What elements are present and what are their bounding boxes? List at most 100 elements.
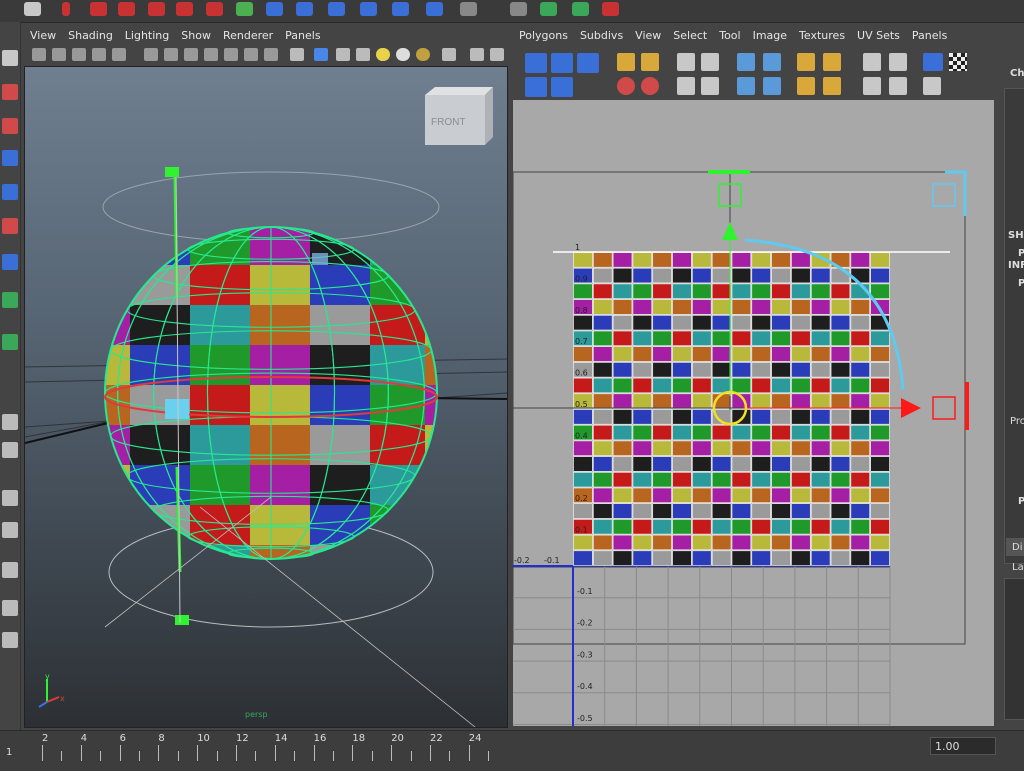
film-gate-icon[interactable] [112,48,126,61]
uv-tool-icon[interactable] [551,77,573,97]
smooth-shade-icon[interactable] [184,48,198,61]
shelf-tool-icon[interactable] [24,2,41,16]
xray-icon[interactable] [314,48,328,61]
uv-tool-icon[interactable] [923,53,943,71]
uv-menu-image[interactable]: Image [753,29,787,42]
layout-graph-icon[interactable] [2,522,18,538]
manipulator-icon[interactable] [2,254,18,270]
xray-joints-icon[interactable] [356,48,370,61]
grid-icon[interactable] [144,48,158,61]
uv-tool-icon[interactable] [889,77,907,95]
uv-menu-polygons[interactable]: Polygons [519,29,568,42]
layout-stack-icon[interactable] [2,490,18,506]
uv-menu-view[interactable]: View [635,29,661,42]
menu-view[interactable]: View [30,29,56,42]
uv-tool-icon[interactable] [797,77,815,95]
layout-uv-icon[interactable] [2,562,18,578]
manip-box-corner[interactable] [932,183,956,207]
bookmark-icon[interactable] [72,48,86,61]
handle-bottom[interactable] [175,615,189,625]
uv-menu-panels[interactable]: Panels [912,29,947,42]
uv-checker-shells[interactable] [553,251,950,566]
lasso-tool-icon[interactable] [2,84,18,100]
soft-mod-icon[interactable] [2,292,18,308]
manip-arrow-up[interactable] [722,222,738,240]
view-cube[interactable]: FRONT [425,87,493,145]
uv-tool-icon[interactable] [677,77,695,95]
uv-tool-icon[interactable] [525,53,547,73]
uv-texture-editor[interactable]: 1 0.9 0.8 0.7 0.6 0.5 0.4 0.3 0.2 0.1 -0.1 -0.2 -0.3… [513,100,994,726]
uv-tool-icon[interactable] [617,53,635,71]
shelf-tool-icon[interactable] [460,2,477,16]
paint-tool-icon[interactable] [2,118,18,134]
uv-tool-icon[interactable] [823,53,841,71]
sphere-light-icon[interactable] [396,48,410,61]
manip-bar-right[interactable] [965,382,969,430]
scale-tool-icon[interactable] [2,218,18,234]
uv-tool-icon[interactable] [737,53,755,71]
light-icon[interactable] [376,48,390,61]
uv-tool-icon[interactable] [737,77,755,95]
uv-tool-icon[interactable] [823,77,841,95]
shelf-tool-icon[interactable] [392,2,409,16]
shelf-tool-icon[interactable] [360,2,377,16]
menu-show[interactable]: Show [181,29,211,42]
uv-tool-icon[interactable] [863,53,881,71]
time-slider[interactable]: 1 2 4 6 8 10 12 14 16 18 20 22 24 1.00 [0,730,1024,771]
menu-panels[interactable]: Panels [285,29,320,42]
checker-sphere[interactable] [75,217,487,587]
uv-tool-icon[interactable] [525,77,547,97]
uv-tool-icon[interactable] [617,77,635,95]
shadows-icon[interactable] [264,48,278,61]
shelf-tool-icon[interactable] [510,2,527,16]
layers-label[interactable]: La [1012,562,1024,573]
uv-tool-icon[interactable] [797,53,815,71]
perspective-viewport[interactable]: FRONT y x persp [24,66,508,728]
uv-menu-tool[interactable]: Tool [719,29,740,42]
render-icon[interactable] [442,48,456,61]
layout-outliner-icon[interactable] [2,600,18,616]
shelf-tool-icon[interactable] [90,2,107,16]
shelf-tool-icon[interactable] [148,2,165,16]
uv-menu-select[interactable]: Select [673,29,707,42]
shelf-tool-icon[interactable] [426,2,443,16]
cube-alt-icon[interactable] [490,48,504,61]
uv-tool-icon[interactable] [863,77,881,95]
uv-tool-icon[interactable] [577,53,599,73]
checker-toggle-icon[interactable] [949,53,967,71]
handle-center[interactable] [165,399,189,419]
textured-icon[interactable] [224,48,238,61]
wireframe-icon[interactable] [164,48,178,61]
select-tool-icon[interactable] [2,50,18,66]
viewport-canvas[interactable]: FRONT y x persp [25,67,507,727]
manip-arrow-right[interactable] [901,398,921,418]
uv-tool-icon[interactable] [641,77,659,95]
uv-tool-icon[interactable] [763,53,781,71]
uv-menu-uvsets[interactable]: UV Sets [857,29,900,42]
rotate-tool-icon[interactable] [2,184,18,200]
uv-menu-subdivs[interactable]: Subdivs [580,29,623,42]
camera-select-icon[interactable] [32,48,46,61]
shelf-tool-icon[interactable] [206,2,223,16]
uv-menu-textures[interactable]: Textures [799,29,845,42]
bounding-icon[interactable] [204,48,218,61]
shelf-tool-icon[interactable] [118,2,135,16]
isolate-icon[interactable] [336,48,350,61]
move-tool-icon[interactable] [2,150,18,166]
menu-renderer[interactable]: Renderer [223,29,273,42]
shelf-tool-icon[interactable] [266,2,283,16]
uv-tool-icon[interactable] [889,53,907,71]
menu-shading[interactable]: Shading [68,29,113,42]
layout-four-icon[interactable] [2,414,18,430]
uv-tool-icon[interactable] [701,77,719,95]
uv-tool-icon[interactable] [641,53,659,71]
camera-attr-icon[interactable] [52,48,66,61]
uv-tool-icon[interactable] [701,53,719,71]
layout-side-icon[interactable] [2,442,18,458]
menu-lighting[interactable]: Lighting [125,29,169,42]
uv-tool-icon[interactable] [923,77,941,95]
wire-on-shaded-icon[interactable] [290,48,304,61]
shelf-tool-icon[interactable] [236,2,253,16]
uv-tool-icon[interactable] [551,53,573,73]
layout-single-icon[interactable] [2,334,18,350]
